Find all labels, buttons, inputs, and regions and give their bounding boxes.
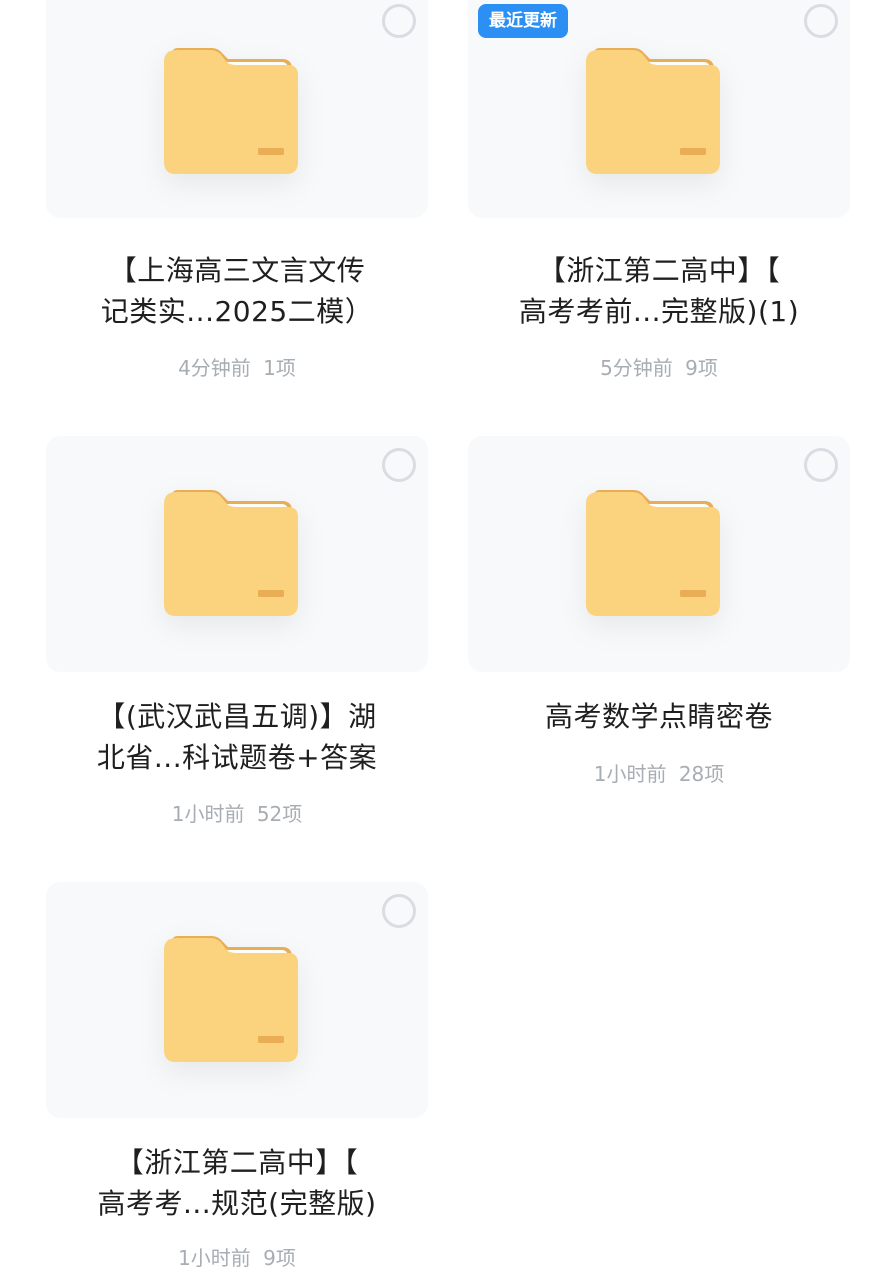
- folder-title-line: 【(武汉武昌五调)】湖: [97, 700, 377, 733]
- folder-meta: 1小时前 52项: [46, 798, 428, 827]
- folder-item-count: 9项: [263, 1246, 296, 1270]
- folder-item-count: 9项: [685, 356, 718, 380]
- folder-meta: 5分钟前 9项: [468, 352, 850, 381]
- folder-title-line: 记类实...2025二模）: [100, 295, 374, 328]
- folder-title[interactable]: 高考数学点睛密卷: [468, 696, 850, 737]
- folder-title-line: 【浙江第二高中】【: [537, 254, 781, 287]
- folder-item-count: 28项: [678, 762, 725, 786]
- folder-meta: 1小时前 9项: [46, 1242, 428, 1271]
- folder-title-line: 【上海高三文言文传: [108, 254, 366, 287]
- select-circle-icon[interactable]: [382, 448, 416, 482]
- select-circle-icon[interactable]: [804, 448, 838, 482]
- folder-modified-time: 1小时前: [171, 802, 245, 826]
- select-circle-icon[interactable]: [382, 894, 416, 928]
- folder-modified-time: 1小时前: [178, 1246, 251, 1270]
- folder-card[interactable]: 最近更新: [468, 0, 850, 218]
- select-circle-icon[interactable]: [382, 4, 416, 38]
- folder-item-count: 52项: [256, 802, 303, 826]
- folder-title-line: 高考考...规范(完整版): [97, 1187, 377, 1220]
- folder-title-line: 【浙江第二高中】【: [115, 1146, 359, 1179]
- folder-card[interactable]: [46, 436, 428, 672]
- folder-icon: [586, 490, 720, 616]
- recent-update-badge: 最近更新: [478, 4, 568, 38]
- folder-icon: [164, 490, 298, 616]
- folder-card[interactable]: [46, 0, 428, 218]
- folder-title-line: 北省...科试题卷+答案: [96, 741, 378, 774]
- folder-icon: [164, 936, 298, 1062]
- folder-card[interactable]: [46, 882, 428, 1118]
- folder-icon: [586, 48, 720, 174]
- folder-modified-time: 4分钟前: [178, 356, 251, 380]
- folder-icon: [164, 48, 298, 174]
- folder-title[interactable]: 【浙江第二高中】【 高考考...规范(完整版): [46, 1142, 428, 1224]
- folder-card[interactable]: [468, 436, 850, 672]
- folder-title-line: 高考考前...完整版)(1): [518, 295, 800, 328]
- folder-title[interactable]: 【(武汉武昌五调)】湖 北省...科试题卷+答案: [46, 696, 428, 778]
- folder-title[interactable]: 【浙江第二高中】【 高考考前...完整版)(1): [468, 250, 850, 332]
- folder-modified-time: 1小时前: [593, 762, 667, 786]
- folder-title-line: 高考数学点睛密卷: [544, 700, 773, 733]
- folder-item-count: 1项: [263, 356, 296, 380]
- select-circle-icon[interactable]: [804, 4, 838, 38]
- folder-meta: 1小时前 28项: [468, 758, 850, 787]
- folder-meta: 4分钟前 1项: [46, 352, 428, 381]
- folder-modified-time: 5分钟前: [600, 356, 673, 380]
- folder-title[interactable]: 【上海高三文言文传 记类实...2025二模）: [46, 250, 428, 332]
